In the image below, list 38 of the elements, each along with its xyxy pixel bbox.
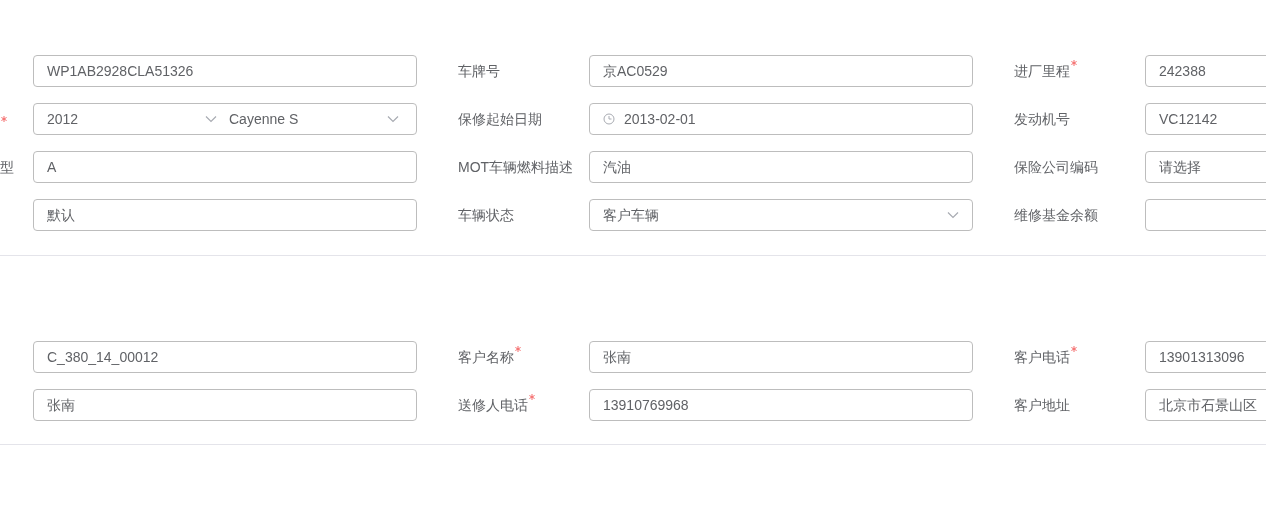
date-value: 2013-02-01 <box>624 110 696 129</box>
input-field[interactable]: C_380_14_00012 <box>33 341 417 373</box>
field-label: 进厂里程 <box>1014 62 1070 81</box>
input-field[interactable]: 13910769968 <box>589 389 973 421</box>
field-label: 送修人电话 <box>458 396 528 415</box>
field-label: 客户地址 <box>1014 396 1070 415</box>
field-label: 型 <box>0 158 14 177</box>
field-label: 保险公司编码 <box>1014 158 1098 177</box>
chevron-down-icon <box>205 115 217 123</box>
input-field[interactable]: WP1AB2928CLA51326 <box>33 55 417 87</box>
field-label: MOT车辆燃料描述 <box>458 158 574 177</box>
input-field[interactable]: 北京市石景山区 <box>1145 389 1266 421</box>
field-label: 维修基金余额 <box>1014 206 1098 225</box>
input-field[interactable]: 汽油 <box>589 151 973 183</box>
field-label: 发动机号 <box>1014 110 1070 129</box>
chevron-down-icon <box>947 211 959 219</box>
input-field[interactable]: VC12142 <box>1145 103 1266 135</box>
input-field[interactable]: A <box>33 151 417 183</box>
input-field[interactable]: 张南 <box>589 341 973 373</box>
field-label: 客户电话 <box>1014 348 1070 367</box>
select-value: 2012 <box>47 110 79 129</box>
chevron-down-icon <box>387 115 399 123</box>
select-value: Cayenne S <box>229 110 299 129</box>
input-field[interactable]: 默认 <box>33 199 417 231</box>
field-label: 客户名称 <box>458 348 514 367</box>
clock-icon <box>603 113 615 125</box>
field-label: 保修起始日期 <box>458 110 542 129</box>
field-label: 车辆状态 <box>458 206 514 225</box>
select-value: 客户车辆 <box>603 206 659 225</box>
input-field[interactable]: 张南 <box>33 389 417 421</box>
input-field[interactable]: 请选择 <box>1145 151 1266 183</box>
input-field[interactable]: 242388 <box>1145 55 1266 87</box>
field-label: 车牌号 <box>458 62 500 81</box>
model-select[interactable]: 2012 Cayenne S <box>33 103 417 135</box>
input-field[interactable]: 京AC0529 <box>589 55 973 87</box>
date-field[interactable]: 2013-02-01 <box>589 103 973 135</box>
select-field[interactable]: 客户车辆 <box>589 199 973 231</box>
input-field[interactable]: 13901313096 <box>1145 341 1266 373</box>
